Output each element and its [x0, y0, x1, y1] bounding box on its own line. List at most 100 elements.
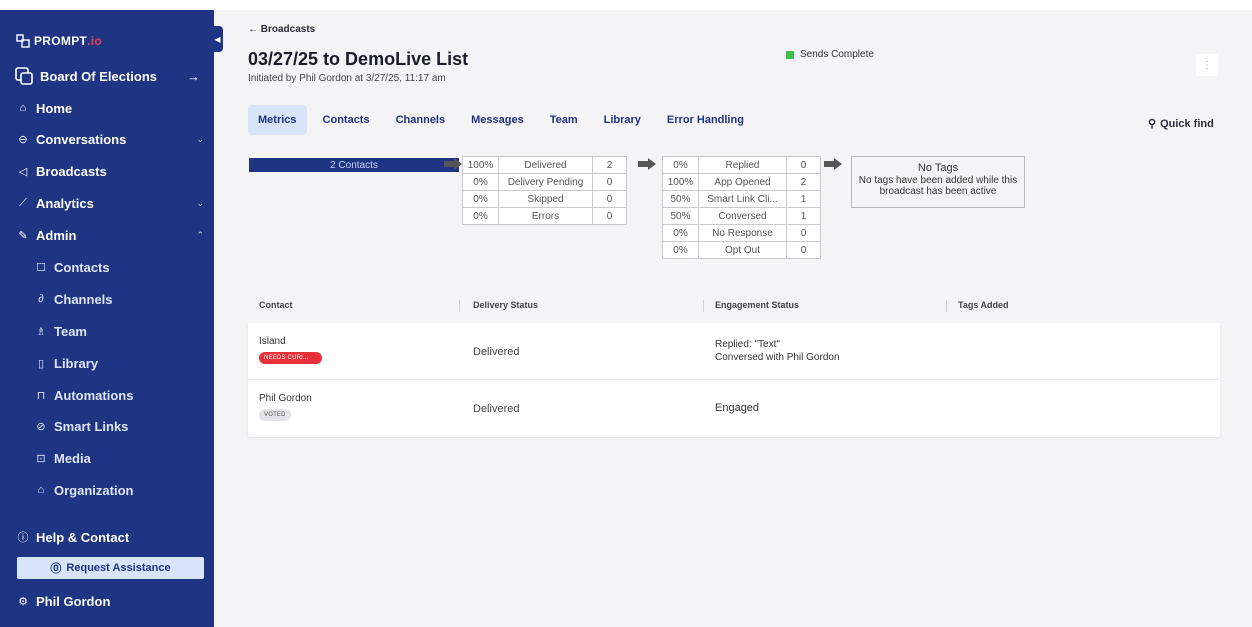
library-icon: ▯ [37, 357, 45, 370]
metric-pct: 0% [462, 190, 499, 208]
search-icon: ⚲ [1148, 118, 1157, 130]
table-row[interactable]: Phil Gordon VOTED Delivered Engaged [248, 380, 1220, 437]
arrow-right-icon [638, 158, 656, 170]
metric-pct: 100% [462, 156, 499, 174]
nav-sub-contacts[interactable]: ☐ Contacts [34, 256, 224, 278]
col-divider [946, 300, 947, 312]
contacts-total-bar: 2 Contacts [249, 158, 459, 172]
metric-label: Replied [698, 156, 787, 174]
nav-broadcasts-label: Broadcasts [36, 163, 107, 179]
col-contact[interactable]: Contact [259, 300, 293, 310]
nav-broadcasts[interactable]: ◁ Broadcasts [16, 160, 206, 182]
delivery-status: Delivered [473, 403, 520, 415]
contact-name[interactable]: Island [259, 336, 286, 347]
nav-sub-channels-label: Channels [54, 291, 113, 307]
col-delivery-status[interactable]: Delivery Status [473, 300, 538, 310]
nav-sub-smart-links-label: Smart Links [54, 418, 129, 434]
nav-admin[interactable]: ✎ Admin ⌃ [16, 224, 206, 246]
metric-row: 0% No Response 0 [662, 224, 821, 242]
tab-messages[interactable]: Messages [461, 105, 534, 135]
nav-sub-media[interactable]: ⊡ Media [34, 447, 224, 469]
metric-pct: 0% [662, 224, 699, 242]
metric-label: Conversed [698, 207, 787, 225]
gear-icon: ⚙ [18, 595, 28, 608]
metric-count: 0 [592, 207, 627, 225]
nav-help-label: Help & Contact [36, 529, 130, 545]
quick-find-button[interactable]: ⚲ Quick find [1148, 117, 1214, 131]
nav-sub-library[interactable]: ▯ Library [34, 352, 224, 374]
metric-row: 0% Replied 0 [662, 156, 821, 174]
nav-help[interactable]: ⓘ Help & Contact [16, 526, 206, 548]
tab-metrics[interactable]: Metrics [248, 105, 307, 135]
tab-team[interactable]: Team [540, 105, 588, 135]
contact-name[interactable]: Phil Gordon [259, 393, 312, 404]
logo-suffix: .io [87, 34, 103, 48]
engagement-status: Replied: "Text" Conversed with Phil Gord… [715, 338, 840, 364]
col-tags-added[interactable]: Tags Added [958, 300, 1009, 310]
more-options-button[interactable]: ⋮ [1196, 54, 1218, 76]
main-content: ← Broadcasts 03/27/25 to DemoLive List I… [214, 10, 1252, 627]
tab-error-handling[interactable]: Error Handling [657, 105, 754, 135]
nav-conversations[interactable]: ⊖ Conversations ⌄ [16, 128, 206, 150]
table-row[interactable]: Island NEEDS CURI... Delivered Replied: … [248, 323, 1220, 380]
request-assistance-button[interactable]: ⓪ Request Assistance [17, 557, 204, 579]
engagement-line: Conversed with Phil Gordon [715, 352, 840, 363]
tab-channels[interactable]: Channels [386, 105, 456, 135]
metric-count: 0 [786, 241, 821, 259]
nav-analytics[interactable]: ⟋ Analytics ⌄ [16, 192, 206, 214]
metric-row: 0% Opt Out 0 [662, 241, 821, 259]
nav-sub-smart-links[interactable]: ⊘ Smart Links [34, 415, 224, 437]
status-text: Sends Complete [800, 49, 874, 60]
engagement-metrics-table: 0% Replied 0 100% App Opened 2 50% Smart Link C… [662, 156, 821, 259]
metric-count: 0 [786, 224, 821, 242]
media-icon: ⊡ [36, 452, 46, 465]
organization-icon: ⌂ [37, 484, 45, 496]
metric-count: 0 [786, 156, 821, 174]
org-name: Board Of Elections [40, 68, 158, 84]
automations-icon: ⊓ [36, 389, 46, 402]
breadcrumb[interactable]: ← Broadcasts [248, 24, 315, 35]
metric-row: 0% Errors 0 [462, 207, 627, 225]
prompt-logo-icon [16, 34, 30, 48]
nav-analytics-label: Analytics [36, 195, 94, 211]
nav-sub-channels[interactable]: ∂ Channels [34, 288, 224, 310]
arrow-right-icon [824, 158, 842, 170]
col-engagement-status[interactable]: Engagement Status [715, 300, 799, 310]
nav-sub-team[interactable]: ♗ Team [34, 320, 224, 342]
logo[interactable]: PROMPT .io [16, 34, 102, 48]
nav-user[interactable]: ⚙ Phil Gordon [16, 590, 206, 612]
metric-row: 50% Conversed 1 [662, 207, 821, 225]
metric-row: 100% App Opened 2 [662, 173, 821, 191]
engagement-line: Replied: "Text" [715, 339, 780, 350]
tags-summary-box: No Tags No tags have been added while th… [851, 156, 1025, 208]
metric-pct: 0% [662, 156, 699, 174]
metric-count: 1 [786, 190, 821, 208]
results-table: Island NEEDS CURI... Delivered Replied: … [248, 323, 1220, 437]
nav-sub-automations[interactable]: ⊓ Automations [34, 384, 224, 406]
chevron-down-icon: ⌄ [196, 197, 204, 208]
nav-home[interactable]: ⌂ Home [16, 97, 206, 119]
col-divider [703, 300, 704, 312]
tag-badge: NEEDS CURI... [259, 352, 322, 364]
page-title: 03/27/25 to DemoLive List [248, 49, 469, 69]
nav-sub-organization[interactable]: ⌂ Organization [34, 479, 224, 501]
metric-row: 0% Delivery Pending 0 [462, 173, 627, 191]
chevron-down-icon: ⌄ [196, 133, 204, 144]
nav-user-label: Phil Gordon [36, 593, 111, 609]
metric-row: 100% Delivered 2 [462, 156, 627, 174]
metric-label: No Response [698, 224, 787, 242]
tags-title: No Tags [917, 162, 959, 174]
info-icon: ⓘ [17, 532, 29, 544]
tab-library[interactable]: Library [594, 105, 651, 135]
tags-body: No tags have been added while this broad… [858, 175, 1018, 197]
org-switcher[interactable]: Board Of Elections → [14, 64, 204, 88]
delivery-metrics-table: 100% Delivered 2 0% Delivery Pending 0 0% Skipp… [462, 156, 627, 225]
org-icon [15, 67, 33, 85]
channels-icon: ∂ [38, 293, 44, 305]
engagement-status: Engaged [715, 402, 759, 415]
metric-count: 0 [592, 173, 627, 191]
metric-row: 0% Skipped 0 [462, 190, 627, 208]
metric-row: 50% Smart Link Cli... 1 [662, 190, 821, 208]
nav-sub-automations-label: Automations [54, 387, 134, 403]
tab-contacts[interactable]: Contacts [313, 105, 380, 135]
